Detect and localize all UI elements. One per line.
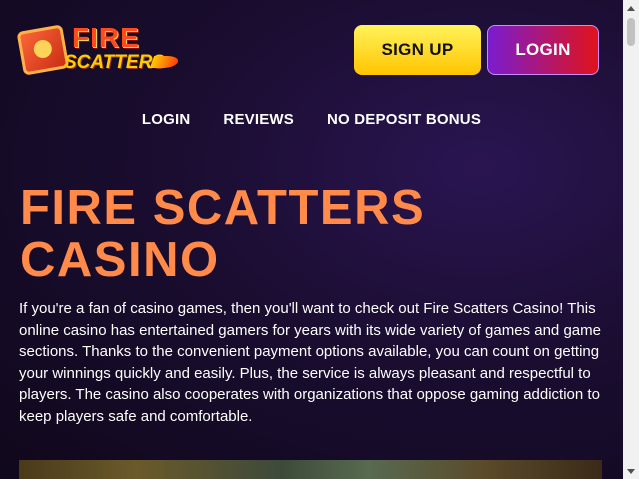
- scroll-up-button[interactable]: [623, 0, 639, 16]
- logo-text-scatters: SCATTERS: [64, 52, 165, 73]
- login-button[interactable]: LOGIN: [487, 25, 599, 75]
- main-nav: LOGIN REVIEWS NO DEPOSIT BONUS: [0, 111, 623, 128]
- flame-icon: [149, 56, 181, 68]
- scroll-thumb[interactable]: [627, 18, 635, 46]
- vertical-scrollbar[interactable]: [623, 0, 639, 479]
- intro-paragraph: If you're a fan of casino games, then yo…: [19, 300, 601, 425]
- hero-image: [19, 460, 602, 479]
- logo-text-fire: FIRE: [72, 22, 140, 53]
- nav-item-reviews[interactable]: REVIEWS: [223, 111, 294, 128]
- nav-item-no-deposit-bonus[interactable]: NO DEPOSIT BONUS: [327, 111, 481, 128]
- signup-button[interactable]: SIGN UP: [354, 25, 481, 75]
- site-logo[interactable]: FIRE SCATTERS: [16, 22, 181, 78]
- arrow-up-icon: [627, 5, 635, 11]
- arrow-down-icon: [627, 468, 635, 474]
- nav-item-login[interactable]: LOGIN: [142, 111, 191, 128]
- page-title: FIRE SCATTERS CASINO: [20, 181, 426, 287]
- scroll-down-button[interactable]: [623, 463, 639, 479]
- book-icon: [16, 24, 70, 76]
